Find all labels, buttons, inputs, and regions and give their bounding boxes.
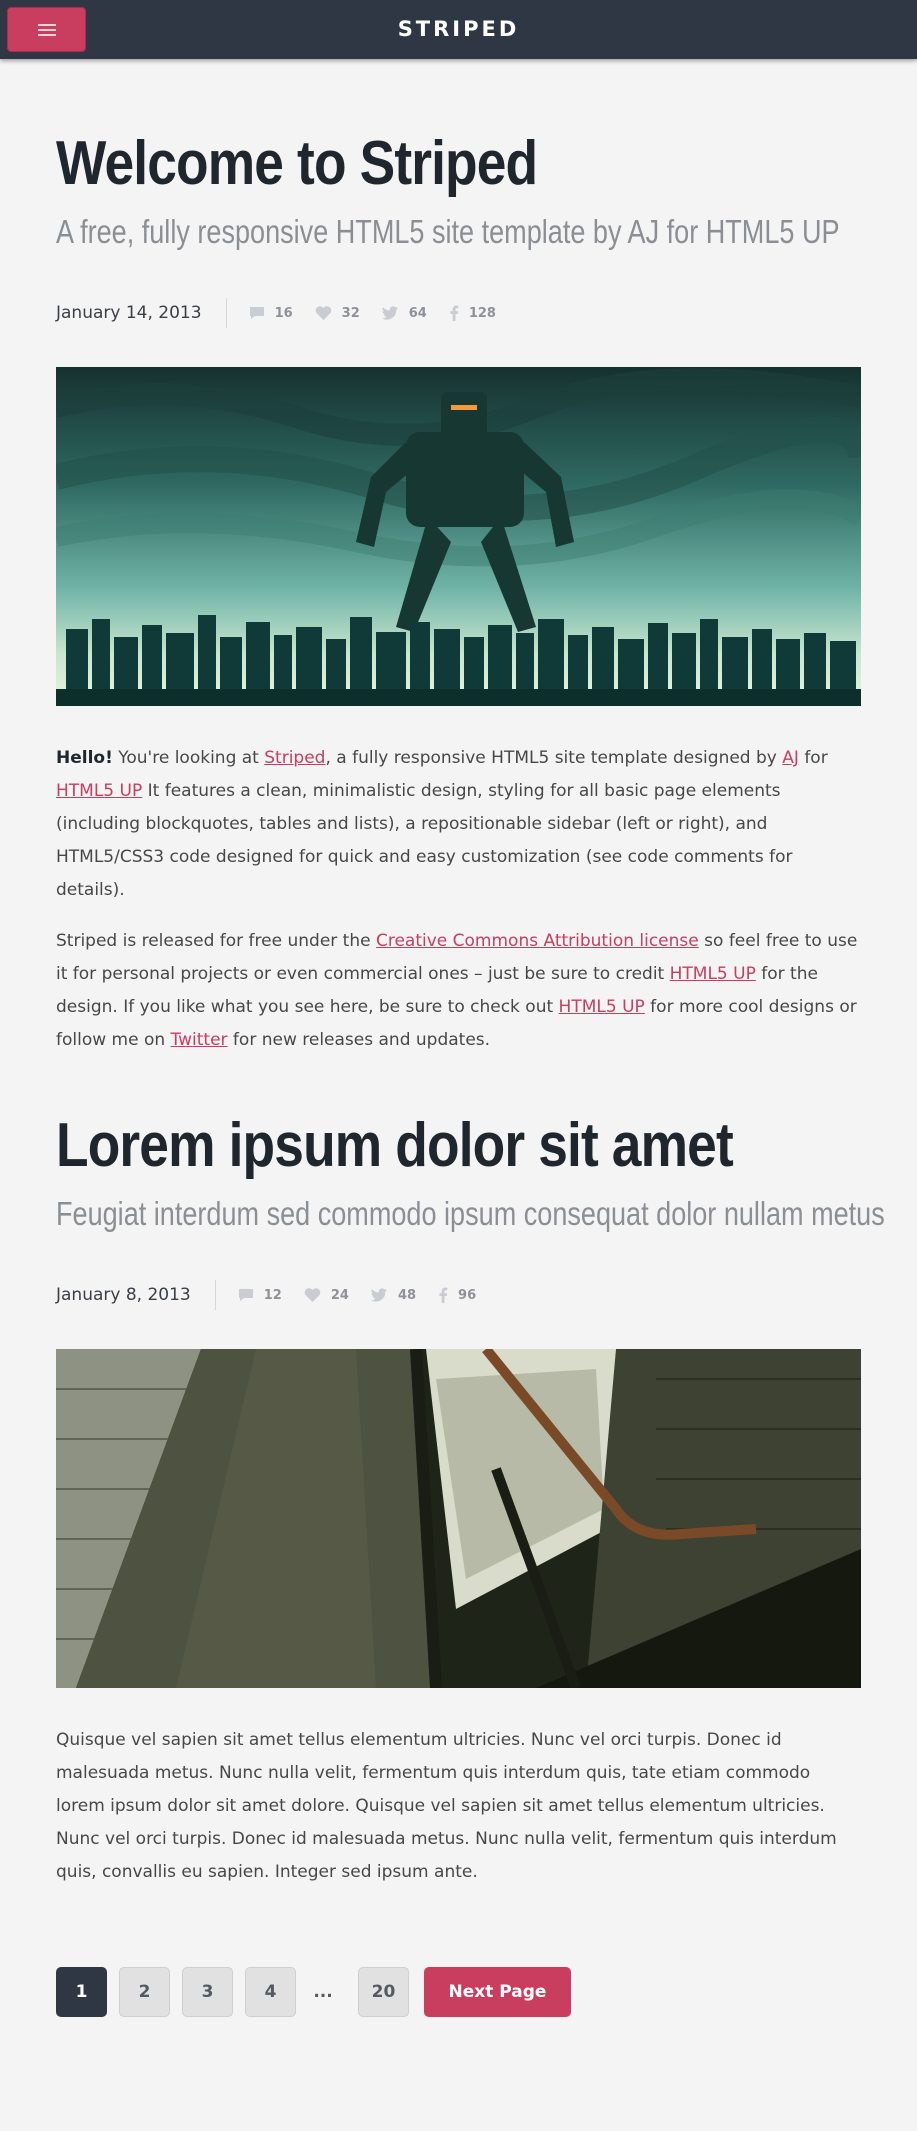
page-20-button[interactable]: 20: [358, 1967, 409, 2017]
comment-icon: [249, 307, 264, 319]
stairwell-photo: [56, 1349, 861, 1688]
page-1-button[interactable]: 1: [56, 1967, 107, 2017]
likes-count: 24: [330, 1287, 349, 1303]
post-2-meta: January 8, 2013 12 24 48 96: [56, 1280, 861, 1310]
post-paragraph-2: Striped is released for free under the C…: [56, 925, 861, 1057]
heart-icon: [315, 305, 331, 320]
text: , a fully responsive HTML5 site template…: [325, 748, 783, 768]
post-1-image[interactable]: [56, 367, 861, 706]
twitter-link[interactable]: Twitter: [171, 1030, 228, 1050]
post-2: Lorem ipsum dolor sit amet Feugiat inter…: [56, 1110, 885, 1234]
post-title[interactable]: Lorem ipsum dolor sit amet: [56, 1110, 748, 1182]
tweets-count: 64: [408, 305, 427, 321]
post-date: January 8, 2013: [56, 1280, 216, 1310]
facebook-stat[interactable]: 96: [438, 1287, 476, 1303]
post-paragraph-1: Quisque vel sapien sit amet tellus eleme…: [56, 1730, 837, 1882]
menu-toggle-button[interactable]: [7, 7, 86, 52]
comments-count: 16: [274, 305, 293, 321]
page-4-button[interactable]: 4: [245, 1967, 296, 2017]
heart-icon: [304, 1287, 321, 1302]
post-subtitle: A free, fully responsive HTML5 site temp…: [56, 213, 840, 250]
striped-link[interactable]: Striped: [264, 748, 325, 768]
text: It features a clean, minimalistic design…: [56, 781, 793, 900]
tweets-stat[interactable]: 64: [381, 305, 427, 321]
pagination-ellipsis: ...: [313, 1982, 333, 2002]
likes-stat[interactable]: 32: [315, 306, 360, 321]
robot-illustration: [56, 367, 861, 706]
html5up-link[interactable]: HTML5 UP: [670, 964, 756, 984]
post-1-meta: January 14, 2013 16 32 64 128: [56, 298, 861, 328]
post-paragraph-1: Hello! You're looking at Striped, a full…: [56, 742, 861, 907]
facebook-count: 128: [468, 305, 496, 321]
cc-license-link[interactable]: Creative Commons Attribution license: [376, 931, 699, 951]
post-2-body: Quisque vel sapien sit amet tellus eleme…: [56, 1724, 861, 1907]
facebook-count: 96: [458, 1287, 477, 1303]
next-page-button[interactable]: Next Page: [424, 1967, 571, 2017]
facebook-icon: [450, 305, 459, 321]
post-1: Welcome to Striped A free, fully respons…: [56, 128, 861, 252]
post-subtitle: Feugiat interdum sed commodo ipsum conse…: [56, 1195, 885, 1232]
text: for: [798, 748, 828, 768]
text: You're looking at: [112, 748, 265, 768]
site-title[interactable]: STRIPED: [0, 0, 917, 59]
facebook-icon: [439, 1287, 448, 1303]
likes-stat[interactable]: 24: [304, 1288, 349, 1303]
menu-icon: [37, 21, 56, 39]
tweets-count: 48: [397, 1287, 417, 1303]
html5up-link[interactable]: HTML5 UP: [56, 781, 142, 801]
text: Striped is released for free under the: [56, 931, 376, 951]
top-bar: STRIPED: [0, 0, 917, 59]
hello-label: Hello!: [56, 748, 113, 768]
comments-count: 12: [263, 1287, 282, 1303]
post-2-image[interactable]: [56, 1349, 861, 1688]
comments-stat[interactable]: 12: [238, 1288, 282, 1303]
post-date: January 14, 2013: [56, 298, 227, 328]
comments-stat[interactable]: 16: [249, 306, 293, 321]
html5up-link[interactable]: HTML5 UP: [559, 997, 645, 1017]
aj-link[interactable]: AJ: [782, 748, 799, 768]
tweets-stat[interactable]: 48: [370, 1287, 417, 1303]
post-title[interactable]: Welcome to Striped: [56, 128, 748, 200]
twitter-icon: [370, 1288, 387, 1302]
page-2-button[interactable]: 2: [119, 1967, 170, 2017]
text: for new releases and updates.: [227, 1030, 491, 1050]
twitter-icon: [381, 306, 398, 320]
likes-count: 32: [341, 305, 360, 321]
page-3-button[interactable]: 3: [182, 1967, 233, 2017]
facebook-stat[interactable]: 128: [449, 305, 496, 321]
post-1-body: Hello! You're looking at Striped, a full…: [56, 742, 861, 1075]
comment-icon: [238, 1289, 253, 1301]
pagination: 1 2 3 4 ... 20 Next Page: [56, 1967, 571, 2017]
